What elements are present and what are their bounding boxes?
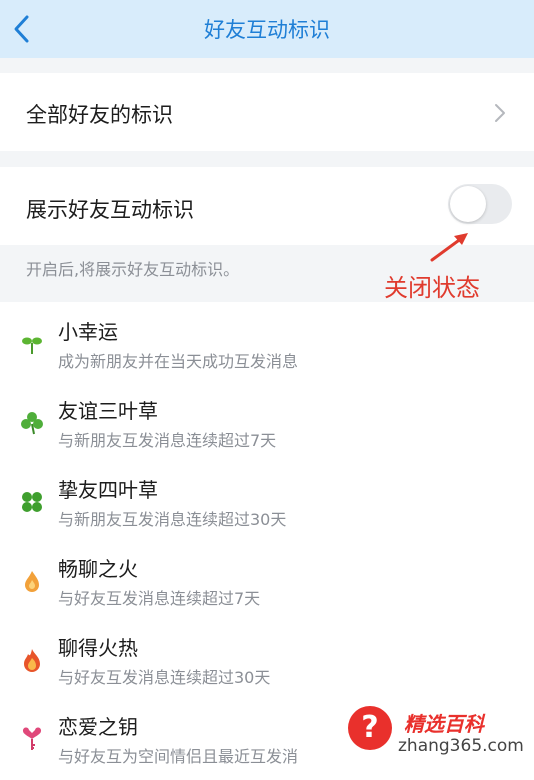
item-title: 小幸运 <box>58 320 118 344</box>
item-title: 畅聊之火 <box>58 557 138 581</box>
item-title: 恋爱之钥 <box>58 715 138 739</box>
item-desc: 与好友互为空间情侣且最近互发消 <box>58 747 299 766</box>
annotation-arrow-icon <box>430 233 468 262</box>
question-mark-icon: ? <box>348 706 392 750</box>
item-desc: 与好友互发消息连续超过7天 <box>58 589 261 608</box>
watermark: ? 精选百科 zhang365.com <box>346 702 534 780</box>
list-item: 聊得火热 与好友互发消息连续超过30天 <box>0 618 534 697</box>
toggle-knob <box>450 186 486 222</box>
watermark-url: zhang365.com <box>398 736 524 756</box>
item-title: 友谊三叶草 <box>58 399 158 423</box>
list-item: 小幸运 成为新朋友并在当天成功互发消息 <box>0 302 534 381</box>
three-leaf-clover-icon <box>21 412 43 435</box>
big-flame-icon <box>24 649 40 672</box>
item-desc: 成为新朋友并在当天成功互发消息 <box>58 352 299 371</box>
watermark-title: 精选百科 <box>404 712 484 736</box>
chevron-right-icon <box>495 104 505 122</box>
heart-key-icon <box>22 727 42 750</box>
all-friends-row[interactable]: 全部好友的标识 <box>0 73 534 151</box>
list-item: 友谊三叶草 与新朋友互发消息连续超过7天 <box>0 381 534 460</box>
list-item: 畅聊之火 与好友互发消息连续超过7天 <box>0 539 534 618</box>
header: 好友互动标识 <box>0 0 534 58</box>
item-desc: 与新朋友互发消息连续超过30天 <box>58 510 287 529</box>
sprout-icon <box>22 337 42 354</box>
item-title: 挚友四叶草 <box>58 478 158 502</box>
small-flame-icon <box>25 571 39 592</box>
item-desc: 与新朋友互发消息连续超过7天 <box>58 431 277 450</box>
show-badges-toggle[interactable] <box>448 184 512 224</box>
item-title: 聊得火热 <box>58 636 138 660</box>
all-friends-label: 全部好友的标识 <box>26 103 173 127</box>
annotation-label: 关闭状态 <box>384 274 480 302</box>
four-leaf-clover-icon <box>22 492 42 512</box>
page-title: 好友互动标识 <box>204 18 330 42</box>
show-badges-label: 展示好友互动标识 <box>26 198 194 222</box>
list-item: 挚友四叶草 与新朋友互发消息连续超过30天 <box>0 460 534 539</box>
hint-text: 开启后,将展示好友互动标识。 <box>26 260 240 279</box>
item-desc: 与好友互发消息连续超过30天 <box>58 668 271 687</box>
